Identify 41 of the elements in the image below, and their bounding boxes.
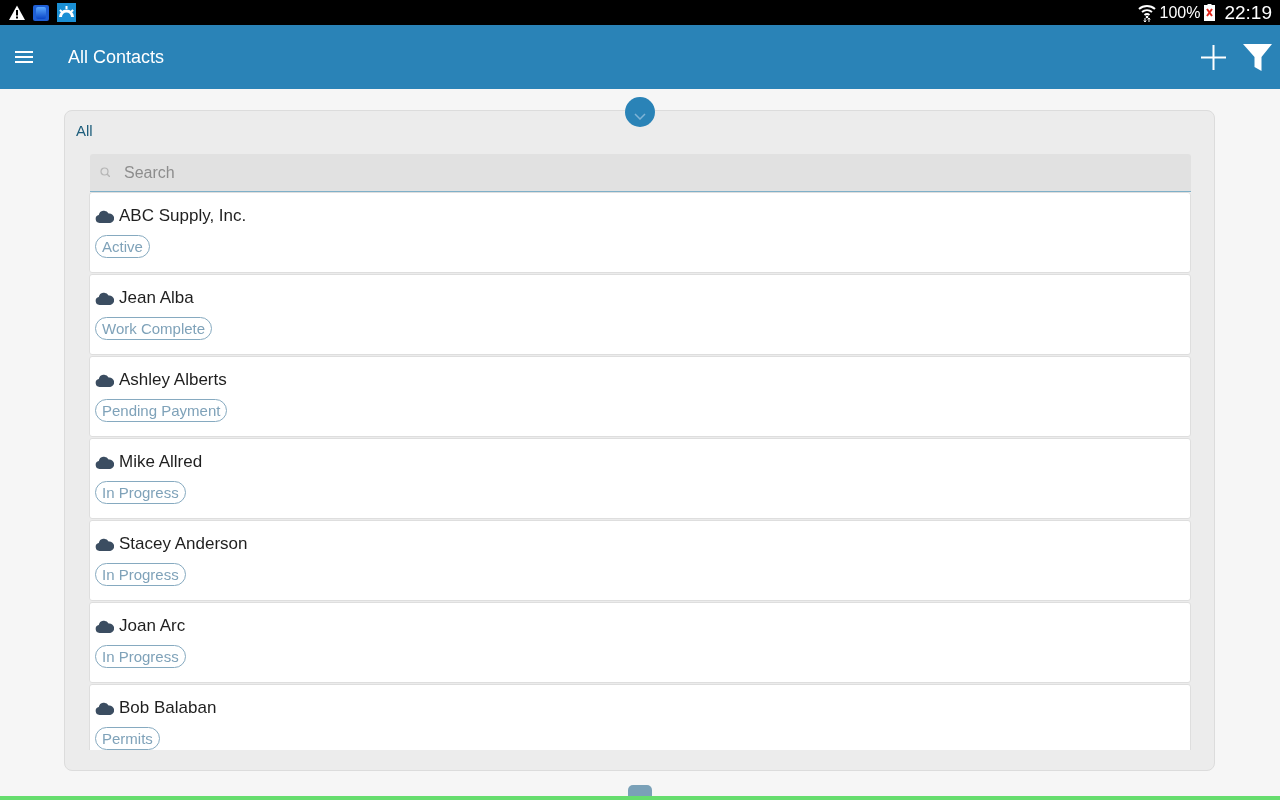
wifi-icon — [1137, 3, 1156, 22]
contact-name: Ashley Alberts — [119, 369, 227, 391]
cloud-icon — [95, 291, 114, 305]
filter-icon — [1243, 43, 1272, 71]
battery-icon — [1204, 4, 1216, 21]
menu-icon — [15, 51, 33, 63]
chevron-down-icon — [634, 112, 646, 120]
contact-list-item[interactable]: ABC Supply, Inc. Active — [89, 192, 1191, 273]
cloud-icon — [95, 537, 114, 551]
filter-button[interactable] — [1243, 43, 1272, 71]
contact-list-item[interactable]: Mike Allred In Progress — [89, 438, 1191, 519]
drawer-handle[interactable] — [628, 785, 652, 796]
add-button[interactable] — [1201, 44, 1226, 70]
search-icon — [100, 167, 110, 177]
cloud-icon — [95, 209, 114, 223]
battery-percentage: 100% — [1159, 2, 1201, 23]
contact-name: Mike Allred — [119, 451, 203, 473]
plus-icon — [1201, 44, 1226, 70]
contact-name: Joan Arc — [119, 615, 186, 637]
filter-label[interactable]: All — [76, 121, 93, 141]
collapse-toggle[interactable] — [625, 97, 655, 127]
app-icon — [33, 4, 49, 21]
menu-button[interactable] — [15, 51, 33, 63]
contact-list-item[interactable]: Ashley Alberts Pending Payment — [89, 356, 1191, 437]
search-field[interactable]: Search — [90, 154, 1191, 192]
cloud-icon — [95, 619, 114, 633]
cloud-icon — [95, 701, 114, 715]
clock-time: 22:19 — [1224, 1, 1272, 24]
page-title: All Contacts — [68, 46, 165, 69]
cloud-icon — [95, 455, 114, 469]
gear-icon — [57, 3, 76, 22]
contact-name: ABC Supply, Inc. — [119, 205, 247, 227]
contact-list-item[interactable]: Stacey Anderson In Progress — [89, 520, 1191, 601]
contact-list-item[interactable]: Bob Balaban Permits — [89, 684, 1191, 750]
contact-list-item[interactable]: Jean Alba Work Complete — [89, 274, 1191, 355]
contact-name: Jean Alba — [119, 287, 194, 309]
contact-name: Bob Balaban — [119, 697, 217, 719]
cloud-icon — [95, 373, 114, 387]
contact-list-item[interactable]: Joan Arc In Progress — [89, 602, 1191, 683]
contact-name: Stacey Anderson — [119, 533, 248, 555]
warning-icon — [9, 5, 25, 20]
